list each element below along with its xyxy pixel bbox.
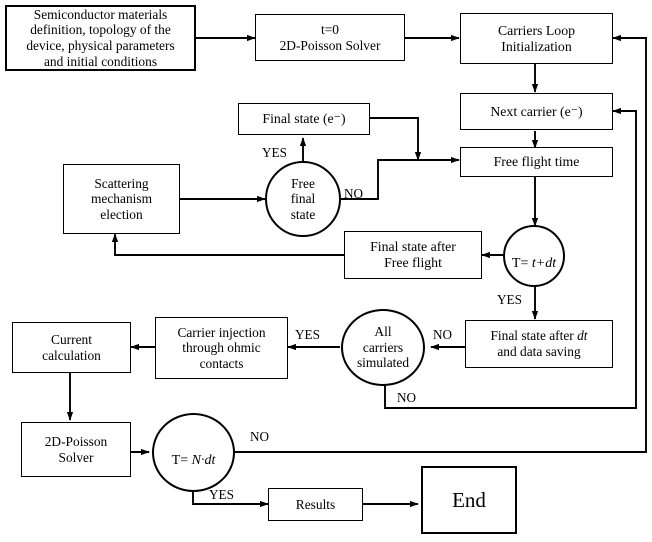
node-final-state-dt-label-pre: Final state after xyxy=(490,328,578,344)
edge-label-yes-t-plus-dt: YES xyxy=(497,292,522,307)
node-carrier-injection-label: Carrier injection through ohmic contacts xyxy=(177,324,266,371)
node-t-equals-ndt[interactable]: T= N·dt xyxy=(152,413,235,492)
node-final-state-free-flight-label: Final state after Free flight xyxy=(370,239,456,270)
node-poisson-init-label: t=0 2D-Poisson Solver xyxy=(279,21,381,53)
edge-label-no-free-final-state: NO xyxy=(344,186,364,201)
edge-finalstatee-to-freeflight xyxy=(370,117,422,161)
node-scattering-mechanism[interactable]: Scattering mechanism election xyxy=(63,164,180,234)
node-final-state-e-label: Final state (e⁻) xyxy=(262,111,346,126)
node-poisson-init[interactable]: t=0 2D-Poisson Solver xyxy=(255,14,405,61)
edge-label-no-t-equals-ndt: NO xyxy=(250,429,270,444)
edge-label-no-final-state-dt: NO xyxy=(433,327,453,342)
node-carriers-loop-init-label: Carriers Loop Initialization xyxy=(497,22,575,54)
edge-finalstateff-to-scattering xyxy=(111,233,344,256)
node-t-plus-dt[interactable]: T= t+dt xyxy=(503,225,565,287)
node-t-plus-dt-label: T= xyxy=(511,256,529,271)
node-results-label: Results xyxy=(295,496,336,512)
node-final-state-e[interactable]: Final state (e⁻) xyxy=(238,103,370,135)
edge-label-yes-t-equals-ndt: YES xyxy=(209,487,234,502)
node-free-flight-time[interactable]: Free flight time xyxy=(460,147,613,177)
node-end[interactable]: End xyxy=(421,466,517,534)
node-final-state-dt-label-post: and data saving xyxy=(497,344,581,359)
node-final-state-dt-label-italic: dt xyxy=(577,328,588,344)
node-final-state-free-flight[interactable]: Final state after Free flight xyxy=(344,231,482,279)
node-scattering-mechanism-label: Scattering mechanism election xyxy=(91,175,152,222)
node-all-carriers-simulated-label: All carriers simulated xyxy=(356,324,410,371)
node-t-plus-dt-label-italic: t+dt xyxy=(528,256,557,271)
edge-label-no-all-carriers-loop: NO xyxy=(397,390,417,405)
node-all-carriers-simulated[interactable]: All carriers simulated xyxy=(341,309,425,386)
edge-label-yes-final-state-e: YES xyxy=(262,145,287,160)
node-free-flight-time-label: Free flight time xyxy=(493,154,580,169)
edge-label-yes-all-carriers: YES xyxy=(295,327,320,342)
node-next-carrier[interactable]: Next carrier (e⁻) xyxy=(460,93,613,130)
node-start-conditions-label: Semiconductor materials definition, topo… xyxy=(26,6,175,69)
node-current-calculation-label: Current calculation xyxy=(42,331,101,363)
node-free-final-state-label: Free final state xyxy=(290,175,316,222)
node-current-calculation[interactable]: Current calculation xyxy=(12,322,131,373)
node-final-state-dt[interactable]: Final state after dt and data saving xyxy=(465,320,613,368)
node-poisson-solver-final[interactable]: 2D-Poisson Solver xyxy=(21,422,131,477)
node-t-equals-ndt-label-italic: N·dt xyxy=(188,452,216,468)
node-start-conditions[interactable]: Semiconductor materials definition, topo… xyxy=(5,5,196,71)
node-poisson-solver-final-label: 2D-Poisson Solver xyxy=(44,433,108,465)
node-free-final-state[interactable]: Free final state xyxy=(265,161,341,237)
node-next-carrier-label: Next carrier (e⁻) xyxy=(490,103,583,119)
node-results[interactable]: Results xyxy=(268,488,363,521)
node-end-label: End xyxy=(452,487,486,512)
node-t-equals-ndt-label: T= xyxy=(171,452,189,468)
node-carriers-loop-init[interactable]: Carriers Loop Initialization xyxy=(460,13,613,64)
node-carrier-injection[interactable]: Carrier injection through ohmic contacts xyxy=(155,317,288,379)
flowchart-canvas: Semiconductor materials definition, topo… xyxy=(0,0,652,542)
